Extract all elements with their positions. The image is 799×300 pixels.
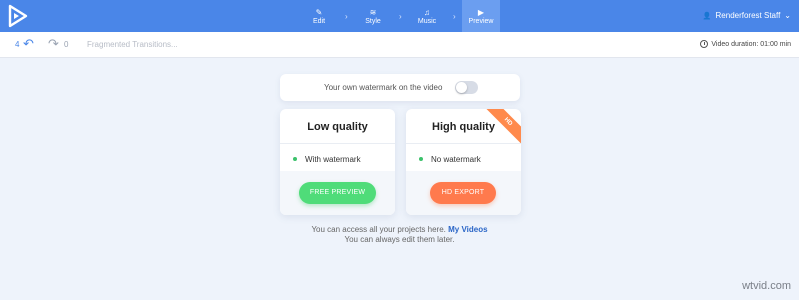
editor-toolbar: 4 ↶ ↷ 0 Fragmented Transitions... Video … (0, 32, 799, 58)
my-videos-link[interactable]: My Videos (448, 225, 487, 234)
chevron-right-icon: › (453, 12, 456, 21)
divider (406, 143, 521, 144)
bullet-icon (419, 157, 423, 161)
step-music-label: Music (417, 17, 437, 25)
step-edit-label: Edit (312, 17, 326, 25)
toggle-knob (456, 82, 467, 93)
projects-info-text: You can access all your projects here. (311, 225, 446, 234)
video-duration: Video duration: 01:00 min (700, 40, 791, 48)
step-preview[interactable]: ▶ Preview (462, 0, 500, 32)
low-quality-card: Low quality With watermark FREE PREVIEW (280, 109, 395, 215)
chevron-down-icon: ⌄ (784, 11, 791, 20)
project-title[interactable]: Fragmented Transitions... (87, 40, 178, 49)
step-style-label: Style (365, 17, 381, 25)
watermark-option-card: Your own watermark on the video (280, 74, 520, 101)
video-duration-label: Video duration: 01:00 min (711, 40, 791, 48)
bullet-icon (293, 157, 297, 161)
step-music[interactable]: ♫ Music (408, 0, 446, 32)
hd-export-button[interactable]: HD EXPORT (430, 182, 496, 204)
low-quality-feature-label: With watermark (305, 154, 361, 164)
clock-icon (700, 40, 709, 48)
undo-icon[interactable]: ↶ (23, 37, 34, 50)
site-watermark: wtvid.com (742, 280, 791, 292)
high-quality-title: High quality (432, 121, 495, 133)
layers-icon: ≋ (369, 7, 377, 17)
user-name: Renderforest Staff (715, 11, 781, 20)
chevron-right-icon: › (399, 12, 402, 21)
step-edit[interactable]: ✎ Edit (300, 0, 338, 32)
top-navigation-bar: ✎ Edit ≋ Style ♫ Music ▶ Preview › › › 👤… (0, 0, 799, 32)
chevron-right-icon: › (345, 12, 348, 21)
renderforest-logo-icon[interactable] (6, 4, 30, 28)
high-quality-card: HD High quality No watermark HD EXPORT (406, 109, 521, 215)
divider (280, 143, 395, 144)
user-icon: 👤 (702, 12, 712, 20)
redo-icon[interactable]: ↷ (48, 37, 59, 50)
high-quality-feature-label: No watermark (431, 154, 481, 164)
pencil-icon: ✎ (315, 7, 323, 17)
edit-later-info: You can always edit them later. (344, 235, 455, 244)
redo-count: 0 (64, 40, 69, 49)
low-quality-title: Low quality (307, 121, 368, 133)
watermark-option-label: Your own watermark on the video (324, 83, 443, 92)
undo-count: 4 (15, 40, 20, 49)
play-icon: ▶ (477, 7, 485, 17)
high-quality-feature: No watermark (419, 146, 481, 172)
projects-info: You can access all your projects here. M… (0, 225, 799, 234)
low-quality-feature: With watermark (293, 146, 361, 172)
music-note-icon: ♫ (424, 7, 430, 17)
step-preview-label: Preview (468, 17, 494, 25)
free-preview-button[interactable]: FREE PREVIEW (299, 182, 376, 204)
watermark-toggle[interactable] (455, 81, 478, 94)
step-style[interactable]: ≋ Style (354, 0, 392, 32)
user-menu[interactable]: 👤 Renderforest Staff ⌄ (703, 11, 791, 20)
